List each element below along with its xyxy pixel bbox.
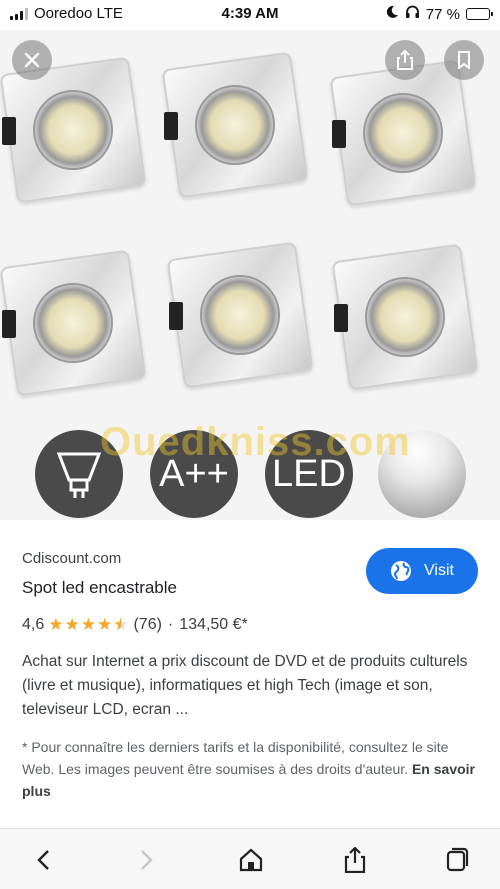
bookmark-button[interactable] <box>444 40 484 80</box>
tabs-icon <box>446 847 469 872</box>
tabs-button[interactable] <box>442 845 472 875</box>
disclaimer-text: * Pour connaître les derniers tarifs et … <box>22 739 449 777</box>
share-button[interactable] <box>385 40 425 80</box>
globe-icon <box>391 561 412 581</box>
product-image[interactable]: A++ LED Ouedkniss.com <box>0 30 500 520</box>
share-icon <box>344 847 366 873</box>
battery-percentage: 77 % <box>425 5 460 23</box>
bookmark-icon <box>458 51 470 69</box>
spot-light-image <box>0 56 147 204</box>
close-button[interactable] <box>12 40 52 80</box>
separator: · <box>167 616 174 633</box>
result-description: Achat sur Internet a prix discount de DV… <box>22 653 468 718</box>
chevron-right-icon <box>141 850 153 870</box>
rating-value: 4,6 <box>22 616 45 633</box>
browser-toolbar <box>0 828 500 889</box>
spot-light-image <box>166 241 314 389</box>
chevron-left-icon <box>37 850 49 870</box>
review-count: (76) <box>133 616 162 633</box>
visit-button[interactable]: Visit <box>366 548 478 594</box>
spot-light-image <box>0 249 147 397</box>
spot-light-image <box>161 51 309 199</box>
moon-icon <box>385 5 399 23</box>
home-button[interactable] <box>236 845 266 875</box>
headphones-icon <box>405 5 420 23</box>
battery-icon <box>466 8 493 20</box>
site-name: Cdiscount.com <box>22 550 122 567</box>
close-icon <box>24 52 40 68</box>
star-rating: ★★★★★★ <box>48 615 130 634</box>
share-page-button[interactable] <box>340 845 370 875</box>
spot-light-image <box>331 243 479 391</box>
rating-row: 4,6 ★★★★★★ (76) · 134,50 €* <box>22 615 248 635</box>
status-bar: Ooredoo LTE 4:39 AM 77 % <box>0 0 500 30</box>
price: 134,50 €* <box>179 616 248 633</box>
forward-button[interactable] <box>132 845 162 875</box>
visit-label: Visit <box>424 562 454 579</box>
watermark: Ouedkniss.com <box>100 420 411 464</box>
disclaimer: * Pour connaître les derniers tarifs et … <box>22 736 482 802</box>
result-card: Cdiscount.com Spot led encastrable 4,6 ★… <box>0 530 500 830</box>
spot-light-image <box>329 59 477 207</box>
result-title[interactable]: Spot led encastrable <box>22 578 177 598</box>
back-button[interactable] <box>28 845 58 875</box>
share-icon <box>397 50 413 70</box>
home-icon <box>239 848 263 872</box>
